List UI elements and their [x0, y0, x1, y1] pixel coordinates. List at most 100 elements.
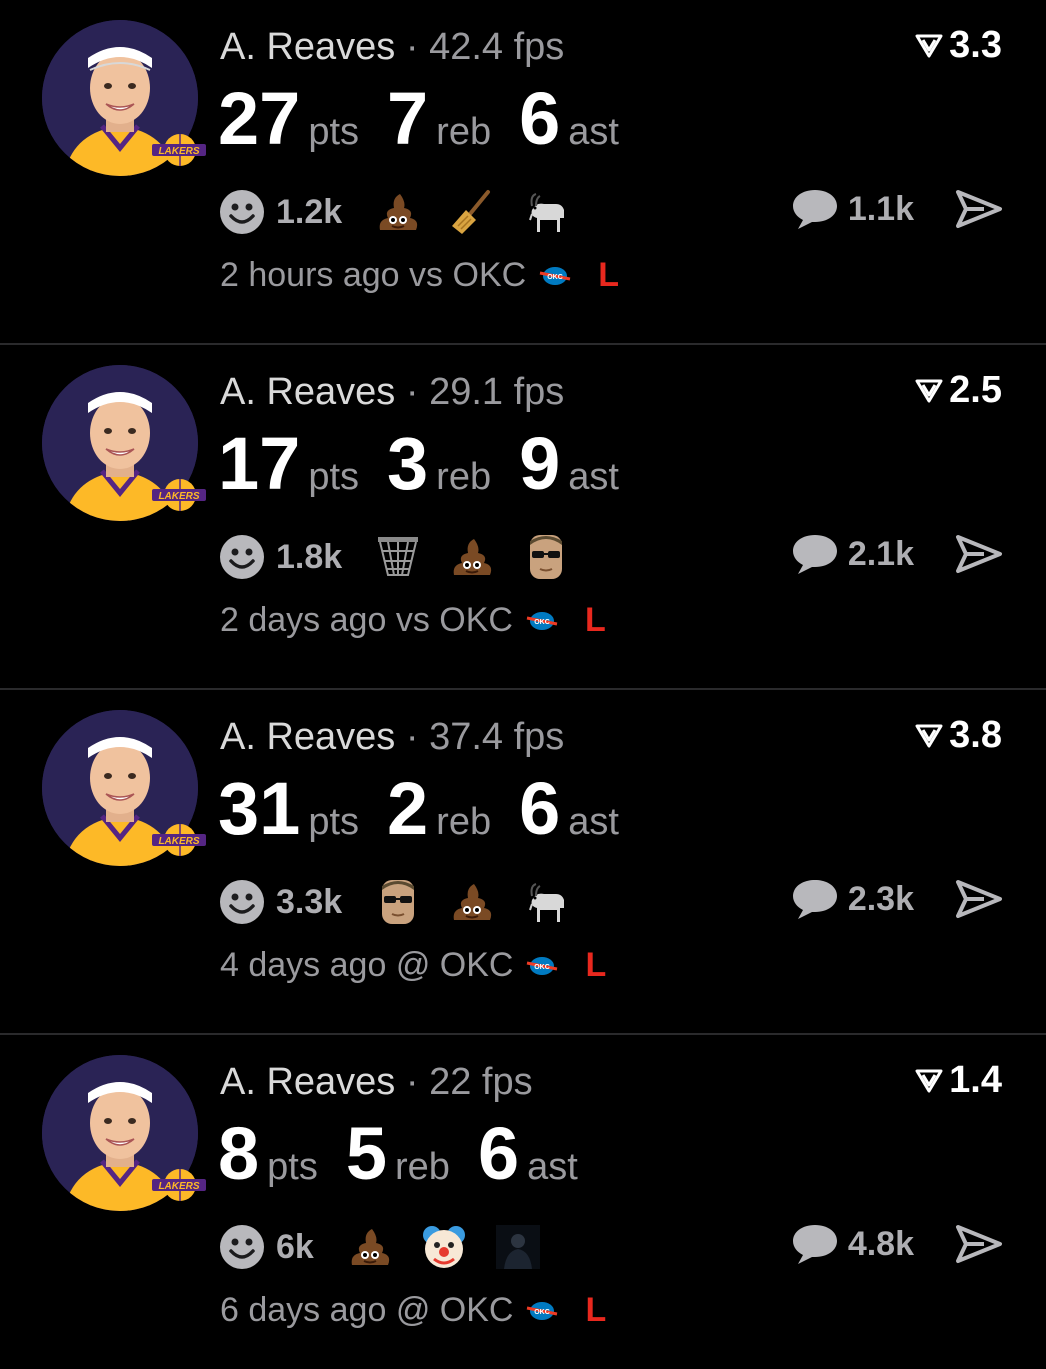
post-feed: LAKERS A. Reaves · 42.4 fps 3.3 27 pts 7… — [0, 0, 1046, 1369]
rebounds-label: reb — [436, 801, 492, 843]
rating-icon — [915, 34, 943, 57]
svg-text:LAKERS: LAKERS — [158, 146, 199, 157]
lakers-logo-icon: LAKERS — [152, 134, 206, 166]
separator-dot: · — [405, 371, 419, 413]
comments-button[interactable]: 4.8k — [790, 1221, 914, 1267]
rating-badge: 2.5 — [915, 369, 1002, 412]
share-send-icon[interactable] — [954, 531, 1004, 577]
points-label: pts — [308, 801, 360, 843]
rebounds-label: reb — [436, 456, 492, 498]
comments-button[interactable]: 2.3k — [790, 876, 914, 922]
post-card[interactable]: LAKERS A. Reaves · 42.4 fps 3.3 27 pts 7… — [0, 0, 1046, 345]
rebounds-value: 2 — [387, 767, 429, 850]
game-result: L — [584, 601, 606, 639]
thunder-logo-icon: OKC — [527, 956, 558, 975]
game-info: 6 days ago @ OKC OKC L — [220, 1291, 606, 1330]
game-result: L — [585, 1291, 607, 1329]
game-info: 2 hours ago vs OKC OKC L — [220, 256, 619, 295]
player-name[interactable]: A. Reaves — [220, 371, 395, 413]
post-card[interactable]: LAKERS A. Reaves · 22 fps 1.4 8 pts 5 re… — [0, 1035, 1046, 1369]
share-send-icon[interactable] — [954, 1221, 1004, 1267]
assists-value: 6 — [477, 1112, 520, 1195]
rating-icon — [915, 724, 943, 747]
comments-button[interactable]: 2.1k — [790, 531, 914, 577]
broom-icon[interactable] — [446, 186, 498, 238]
thunder-logo-icon: OKC — [527, 1301, 558, 1320]
smiley-react-icon[interactable] — [218, 1223, 266, 1271]
rating-icon — [915, 379, 943, 402]
lakers-logo-icon: LAKERS — [152, 479, 206, 511]
reaction-count: 1.8k — [276, 537, 343, 576]
smiley-react-icon[interactable] — [218, 188, 266, 236]
stat-line: 17 pts 3 reb 9 ast — [218, 421, 647, 506]
smiley-react-icon[interactable] — [218, 533, 266, 581]
post-card[interactable]: LAKERS A. Reaves · 37.4 fps 3.8 31 pts 2… — [0, 690, 1046, 1035]
assists-label: ast — [568, 456, 619, 498]
reaction-count: 1.2k — [276, 192, 343, 231]
venue-indicator: @ — [395, 946, 431, 984]
dark-figure-icon[interactable] — [492, 1221, 544, 1273]
separator-dot: · — [405, 1061, 419, 1103]
fps-value: 22 fps — [429, 1061, 533, 1103]
reaction-count: 3.3k — [276, 882, 343, 921]
points-value: 27 — [218, 77, 301, 160]
goat-icon[interactable] — [520, 876, 572, 928]
fps-value: 29.1 fps — [429, 371, 565, 413]
poop-icon[interactable] — [372, 186, 424, 238]
comment-count: 4.8k — [847, 1224, 914, 1263]
player-name[interactable]: A. Reaves — [220, 1061, 395, 1103]
reaction-bar: 6k — [218, 1221, 566, 1273]
points-value: 8 — [218, 1112, 260, 1195]
stat-line: 31 pts 2 reb 6 ast — [218, 766, 647, 851]
rating-icon — [915, 1069, 943, 1092]
opponent-name[interactable]: OKC — [439, 601, 513, 640]
rebounds-value: 3 — [387, 422, 429, 505]
opponent-name[interactable]: OKC — [440, 1291, 514, 1330]
sunglasses-face-icon[interactable] — [520, 531, 572, 583]
player-name[interactable]: A. Reaves — [220, 716, 395, 758]
comment-count: 2.1k — [847, 534, 914, 573]
post-header: A. Reaves · 37.4 fps — [220, 716, 564, 759]
separator-dot: · — [405, 26, 419, 68]
poop-icon[interactable] — [446, 531, 498, 583]
player-name[interactable]: A. Reaves — [220, 26, 395, 68]
svg-text:OKC: OKC — [547, 274, 563, 281]
points-label: pts — [267, 1146, 318, 1188]
rating-badge: 3.3 — [915, 24, 1002, 67]
clown-face-icon[interactable] — [418, 1221, 470, 1273]
svg-text:OKC: OKC — [535, 964, 551, 971]
comments-button[interactable]: 1.1k — [790, 186, 914, 232]
share-send-icon[interactable] — [954, 876, 1004, 922]
fps-value: 42.4 fps — [429, 26, 565, 68]
post-header: A. Reaves · 29.1 fps — [220, 371, 564, 414]
points-label: pts — [308, 456, 360, 498]
poop-icon[interactable] — [446, 876, 498, 928]
rebounds-value: 5 — [345, 1112, 388, 1195]
smiley-react-icon[interactable] — [218, 878, 266, 926]
svg-text:LAKERS: LAKERS — [158, 491, 199, 502]
stat-line: 8 pts 5 reb 6 ast — [218, 1111, 606, 1196]
opponent-name[interactable]: OKC — [453, 256, 527, 295]
rating-value: 2.5 — [949, 369, 1002, 411]
post-header: A. Reaves · 22 fps — [220, 1061, 533, 1104]
goat-icon[interactable] — [520, 186, 572, 238]
post-time: 2 days ago — [220, 601, 387, 639]
share-send-icon[interactable] — [954, 186, 1004, 232]
opponent-name[interactable]: OKC — [440, 946, 514, 985]
reaction-bar: 1.2k — [218, 186, 594, 238]
comment-bubble-icon — [792, 880, 837, 919]
points-value: 17 — [218, 422, 301, 505]
rebounds-label: reb — [436, 111, 492, 153]
venue-indicator: vs — [395, 601, 430, 639]
sunglasses-face-icon[interactable] — [372, 876, 424, 928]
post-header: A. Reaves · 42.4 fps — [220, 26, 564, 69]
assists-label: ast — [568, 801, 619, 843]
reaction-count: 6k — [276, 1227, 314, 1266]
thunder-logo-icon: OKC — [539, 266, 571, 285]
poop-icon[interactable] — [344, 1221, 396, 1273]
post-card[interactable]: LAKERS A. Reaves · 29.1 fps 2.5 17 pts 3… — [0, 345, 1046, 690]
comment-count: 1.1k — [847, 189, 914, 228]
assists-label: ast — [527, 1146, 578, 1188]
basketball-net-icon[interactable] — [372, 531, 424, 583]
stat-line: 27 pts 7 reb 6 ast — [218, 76, 647, 161]
